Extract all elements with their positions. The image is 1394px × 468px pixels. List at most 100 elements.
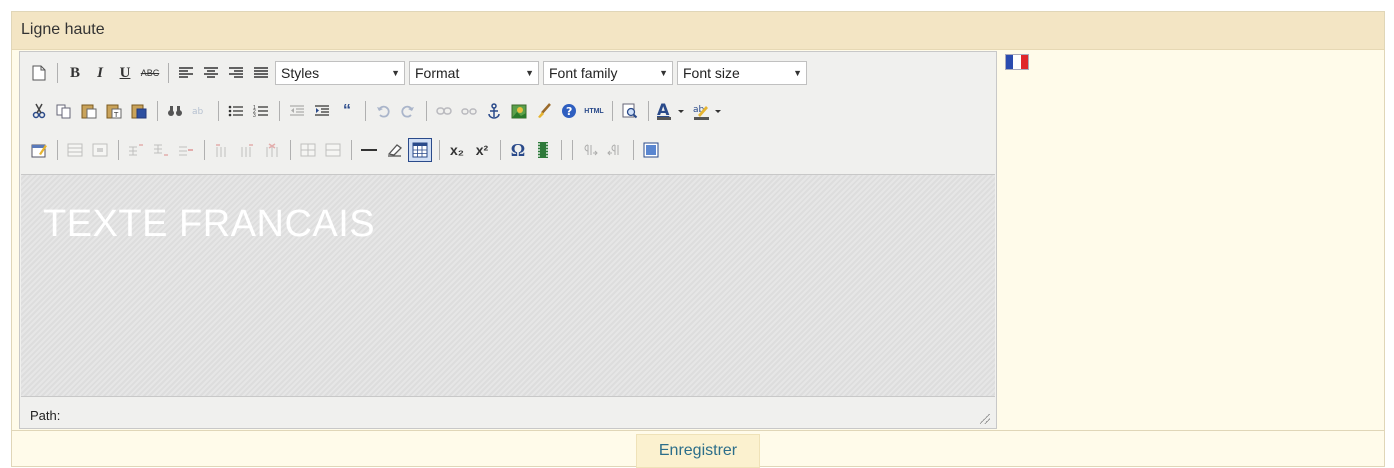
toolbar-separator — [426, 101, 427, 121]
image-icon[interactable] — [508, 100, 530, 122]
toolbar-separator — [57, 63, 58, 83]
section-header: Ligne haute — [12, 12, 1384, 50]
delete-col-icon[interactable] — [261, 139, 283, 161]
svg-text:T: T — [113, 111, 119, 119]
toolbar-separator — [561, 140, 562, 160]
bullet-list-icon[interactable] — [225, 100, 247, 122]
toolbar-separator — [118, 140, 119, 160]
preview-icon[interactable] — [619, 100, 641, 122]
horizontal-rule-icon[interactable] — [358, 139, 380, 161]
align-left-icon[interactable] — [175, 62, 197, 84]
insert-table-icon[interactable] — [408, 138, 432, 162]
unlink-icon[interactable] — [458, 100, 480, 122]
toolbar-separator — [500, 140, 501, 160]
align-justify-icon[interactable] — [250, 62, 272, 84]
editor-content-area[interactable]: TEXTE FRANCAIS — [21, 174, 995, 397]
redo-icon[interactable] — [397, 100, 419, 122]
bold-button[interactable]: B — [64, 62, 86, 84]
toolbar-separator — [572, 140, 573, 160]
help-icon[interactable]: ? — [558, 100, 580, 122]
chevron-down-icon: ▼ — [525, 68, 534, 78]
toolbar-separator — [612, 101, 613, 121]
toolbar-row-3: x₂ x² Ω — [28, 135, 665, 165]
flag-stripe — [1006, 55, 1014, 69]
editor-content-text[interactable]: TEXTE FRANCAIS — [43, 203, 375, 246]
underline-button[interactable]: U — [114, 62, 136, 84]
chevron-down-icon: ▼ — [391, 68, 400, 78]
split-cells-icon[interactable] — [297, 139, 319, 161]
html-source-button[interactable]: HTML — [583, 100, 605, 122]
outdent-icon[interactable] — [286, 100, 308, 122]
merge-cells-icon[interactable] — [322, 139, 344, 161]
strikethrough-button[interactable]: ABC — [139, 62, 161, 84]
styles-select[interactable]: Styles ▼ — [275, 61, 405, 85]
text-color-button[interactable]: A — [655, 100, 689, 122]
delete-row-icon[interactable] — [175, 139, 197, 161]
footer-bar: Enregistrer — [12, 430, 1384, 468]
paste-icon[interactable] — [78, 100, 100, 122]
svg-text:ab: ab — [192, 107, 204, 117]
section-title: Ligne haute — [21, 21, 105, 38]
indent-icon[interactable] — [311, 100, 333, 122]
align-center-icon[interactable] — [200, 62, 222, 84]
superscript-button[interactable]: x² — [471, 139, 493, 161]
replace-icon[interactable]: ab — [189, 100, 211, 122]
italic-button[interactable]: I — [89, 62, 111, 84]
table-row-props-icon[interactable] — [64, 139, 86, 161]
fullscreen-icon[interactable] — [640, 139, 662, 161]
flag-stripe — [1020, 55, 1028, 69]
subscript-button[interactable]: x₂ — [446, 139, 468, 161]
highlight-color-button[interactable]: ab — [692, 100, 726, 122]
new-document-icon[interactable] — [28, 62, 50, 84]
toolbar-separator — [351, 140, 352, 160]
media-icon[interactable] — [532, 139, 554, 161]
cut-icon[interactable] — [28, 100, 50, 122]
toolbar-separator — [218, 101, 219, 121]
special-char-button[interactable]: Ω — [507, 139, 529, 161]
toolbar-separator — [365, 101, 366, 121]
align-right-icon[interactable] — [225, 62, 247, 84]
toolbar-separator — [439, 140, 440, 160]
toolbar-separator — [648, 101, 649, 121]
toolbar-separator — [633, 140, 634, 160]
save-button[interactable]: Enregistrer — [636, 434, 760, 468]
table-cell-props-icon[interactable] — [89, 139, 111, 161]
undo-icon[interactable] — [372, 100, 394, 122]
chevron-down-icon: ▼ — [659, 68, 668, 78]
ltr-icon[interactable] — [579, 139, 601, 161]
numbered-list-icon[interactable]: 123 — [250, 100, 272, 122]
cleanup-icon[interactable] — [533, 100, 555, 122]
svg-text:?: ? — [566, 105, 572, 118]
toolbar-separator — [204, 140, 205, 160]
find-icon[interactable] — [164, 100, 186, 122]
chevron-down-icon: ▼ — [793, 68, 802, 78]
path-label: Path: — [30, 408, 61, 423]
copy-icon[interactable] — [53, 100, 75, 122]
resize-grip-icon[interactable] — [980, 414, 990, 424]
paste-word-icon[interactable] — [128, 100, 150, 122]
paste-text-icon[interactable]: T — [103, 100, 125, 122]
rich-text-editor: B I U ABC Styles ▼ Format ▼ Font family ▼ F… — [19, 51, 997, 429]
french-flag-icon[interactable] — [1005, 54, 1029, 70]
anchor-icon[interactable] — [483, 100, 505, 122]
visual-aid-icon[interactable] — [28, 139, 50, 161]
insert-col-before-icon[interactable] — [211, 139, 233, 161]
toolbar-separator — [290, 140, 291, 160]
font-family-select[interactable]: Font family ▼ — [543, 61, 673, 85]
toolbar-separator — [168, 63, 169, 83]
section-panel: Ligne haute B I U ABC Styles ▼ Format ▼ Fo… — [11, 11, 1385, 468]
rtl-icon[interactable] — [604, 139, 626, 161]
svg-text:3: 3 — [253, 113, 256, 118]
toolbar-separator — [157, 101, 158, 121]
format-select[interactable]: Format ▼ — [409, 61, 539, 85]
insert-col-after-icon[interactable] — [236, 139, 258, 161]
toolbar-separator — [279, 101, 280, 121]
flag-stripe — [1013, 55, 1021, 69]
toolbar-separator — [57, 140, 58, 160]
font-size-select[interactable]: Font size ▼ — [677, 61, 807, 85]
insert-row-after-icon[interactable] — [150, 139, 172, 161]
remove-format-icon[interactable] — [383, 139, 405, 161]
insert-row-before-icon[interactable] — [125, 139, 147, 161]
link-icon[interactable] — [433, 100, 455, 122]
blockquote-icon[interactable]: “ — [336, 100, 358, 122]
